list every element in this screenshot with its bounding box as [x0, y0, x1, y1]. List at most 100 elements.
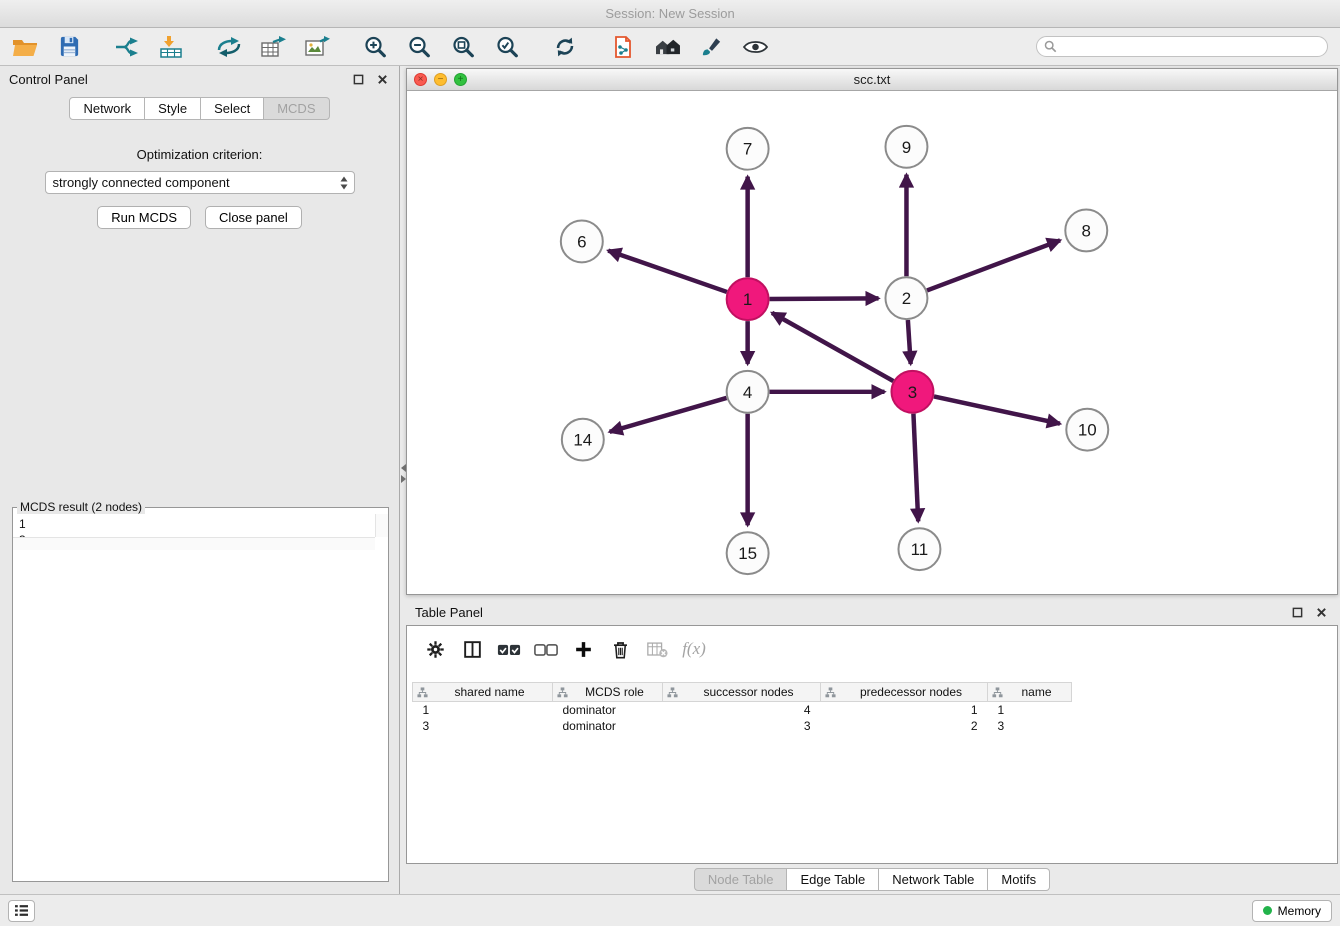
table-cell[interactable]: 2: [821, 718, 988, 734]
export-network-button[interactable]: [212, 32, 246, 62]
save-session-button[interactable]: [52, 32, 86, 62]
dropdown-arrows-icon: [339, 175, 349, 194]
mcds-result-line: 1: [19, 516, 382, 532]
panel-splitter-handle[interactable]: [400, 464, 406, 484]
delete-table-icon: [646, 640, 668, 659]
export-image-button[interactable]: [300, 32, 334, 62]
add-column-button[interactable]: [569, 635, 597, 663]
optimization-criterion-select[interactable]: strongly connected component: [45, 171, 355, 194]
close-window-icon[interactable]: ×: [414, 73, 427, 86]
edge-1-6[interactable]: [608, 251, 727, 292]
column-label: predecessor nodes: [839, 685, 983, 699]
delete-table-button[interactable]: [643, 635, 671, 663]
control-panel-float-button[interactable]: [350, 71, 366, 87]
graph-node-8[interactable]: 8: [1065, 210, 1107, 252]
table-cell[interactable]: 3: [413, 718, 553, 734]
column-header-shared-name[interactable]: shared name: [413, 683, 553, 702]
graph-node-11[interactable]: 11: [898, 528, 940, 570]
import-table-button[interactable]: [154, 32, 188, 62]
svg-text:6: 6: [577, 232, 586, 251]
graph-node-6[interactable]: 6: [561, 220, 603, 262]
graph-node-4[interactable]: 4: [727, 371, 769, 413]
graph-node-2[interactable]: 2: [885, 277, 927, 319]
vertical-scrollbar[interactable]: [375, 514, 388, 537]
select-all-columns-button[interactable]: [495, 635, 523, 663]
column-header-mcds-role[interactable]: MCDS role: [553, 683, 663, 702]
column-header-successor-nodes[interactable]: successor nodes: [663, 683, 821, 702]
table-panel-close-button[interactable]: [1313, 604, 1329, 620]
panel-selector-button[interactable]: [8, 900, 35, 922]
control-panel-close-button[interactable]: [374, 71, 390, 87]
show-hide-button[interactable]: [738, 32, 772, 62]
zoom-out-button[interactable]: [402, 32, 436, 62]
home-button[interactable]: [650, 32, 684, 62]
table-panel-float-button[interactable]: [1289, 604, 1305, 620]
search-input[interactable]: [1036, 36, 1328, 57]
search-icon: [1044, 40, 1057, 53]
edge-3-1[interactable]: [772, 313, 893, 381]
table-cell[interactable]: 3: [988, 718, 1072, 734]
show-columns-button[interactable]: [458, 635, 486, 663]
edge-2-8[interactable]: [927, 240, 1060, 290]
network-graph[interactable]: 7 9 6 8 1 2 4 3 14 10 15 11: [407, 91, 1337, 594]
edge-3-10[interactable]: [934, 396, 1060, 423]
table-row[interactable]: 1dominator411: [413, 702, 1072, 718]
table-row[interactable]: 3dominator323: [413, 718, 1072, 734]
graph-node-3[interactable]: 3: [891, 371, 933, 413]
tab-motifs[interactable]: Motifs: [988, 868, 1050, 891]
edge-2-3[interactable]: [908, 320, 911, 364]
network-window-titlebar[interactable]: × − + scc.txt: [407, 69, 1337, 91]
tab-network-table[interactable]: Network Table: [879, 868, 988, 891]
tab-mcds[interactable]: MCDS: [264, 97, 329, 120]
table-cell[interactable]: 3: [663, 718, 821, 734]
collapse-right-icon: [401, 475, 406, 483]
export-table-button[interactable]: [256, 32, 290, 62]
graph-node-1[interactable]: 1: [727, 278, 769, 320]
table-cell[interactable]: 1: [988, 702, 1072, 718]
column-header-predecessor-nodes[interactable]: predecessor nodes: [821, 683, 988, 702]
tab-edge-table[interactable]: Edge Table: [787, 868, 879, 891]
open-session-button[interactable]: [606, 32, 640, 62]
tab-network[interactable]: Network: [69, 97, 145, 120]
minimize-window-icon[interactable]: −: [434, 73, 447, 86]
tab-style[interactable]: Style: [145, 97, 201, 120]
table-cell[interactable]: dominator: [553, 702, 663, 718]
table-cell[interactable]: 1: [821, 702, 988, 718]
open-file-button[interactable]: [8, 32, 42, 62]
graph-node-14[interactable]: 14: [562, 419, 604, 461]
graph-node-10[interactable]: 10: [1066, 409, 1108, 451]
close-panel-button[interactable]: Close panel: [205, 206, 302, 229]
run-mcds-button[interactable]: Run MCDS: [97, 206, 191, 229]
unselect-all-columns-button[interactable]: [532, 635, 560, 663]
edge-1-2[interactable]: [770, 298, 879, 299]
horizontal-scrollbar[interactable]: [13, 537, 375, 550]
graph-node-15[interactable]: 15: [727, 532, 769, 574]
edge-3-11[interactable]: [913, 414, 918, 522]
tab-node-table[interactable]: Node Table: [694, 868, 788, 891]
plus-icon: [574, 640, 593, 659]
zoom-selected-button[interactable]: [490, 32, 524, 62]
main-toolbar: [0, 28, 1340, 66]
table-cell[interactable]: 1: [413, 702, 553, 718]
graph-node-9[interactable]: 9: [885, 126, 927, 168]
table-cell[interactable]: dominator: [553, 718, 663, 734]
zoom-in-button[interactable]: [358, 32, 392, 62]
table-cell[interactable]: 4: [663, 702, 821, 718]
tab-select[interactable]: Select: [201, 97, 264, 120]
network-document-icon: [611, 35, 635, 59]
table-settings-button[interactable]: [421, 635, 449, 663]
network-canvas[interactable]: 7 9 6 8 1 2 4 3 14 10 15 11: [407, 91, 1337, 594]
column-header-name[interactable]: name: [988, 683, 1072, 702]
control-panel-header: Control Panel: [0, 66, 399, 92]
style-button[interactable]: [694, 32, 728, 62]
delete-column-button[interactable]: [606, 635, 634, 663]
import-network-button[interactable]: [110, 32, 144, 62]
zoom-fit-button[interactable]: [446, 32, 480, 62]
main-area: Control Panel Network Style Select MCDS …: [0, 66, 1340, 894]
memory-button[interactable]: Memory: [1252, 900, 1332, 922]
zoom-window-icon[interactable]: +: [454, 73, 467, 86]
edge-4-14[interactable]: [610, 398, 727, 432]
apply-layout-button[interactable]: [548, 32, 582, 62]
graph-node-7[interactable]: 7: [727, 128, 769, 170]
function-builder-button[interactable]: f(x): [680, 635, 708, 663]
